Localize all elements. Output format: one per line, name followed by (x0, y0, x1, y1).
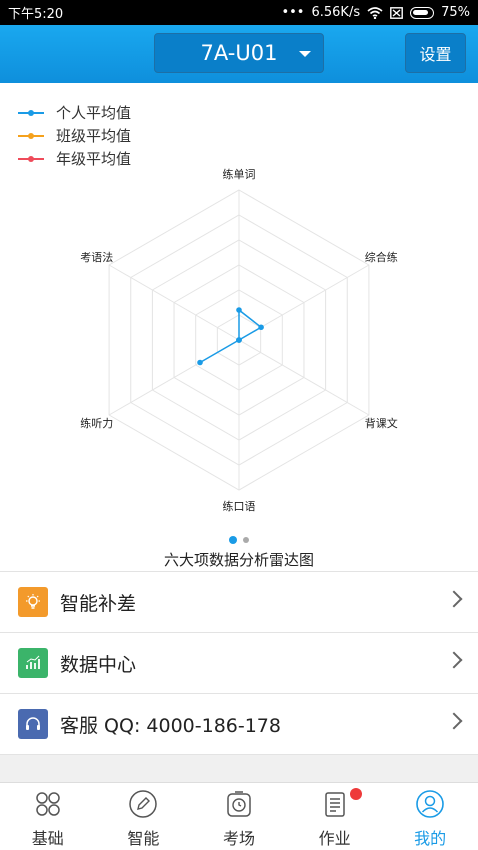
nav-item-mine[interactable]: 我的 (382, 783, 478, 850)
chart-title: 六大项数据分析雷达图 (163, 551, 314, 569)
pager-dot[interactable] (243, 537, 249, 543)
legend-swatch (18, 109, 44, 116)
status-bar: 下午5:20 ••• 6.56K/s 75% (0, 0, 478, 25)
app-header: 7A-U01 设置 (0, 25, 478, 83)
section-divider (0, 755, 478, 782)
bar-chart-icon (18, 648, 48, 678)
chart-pager (0, 536, 478, 544)
radar-axis-label: 背课文 (365, 416, 398, 430)
battery-percent: 75% (441, 5, 470, 20)
status-time: 下午5:20 (8, 7, 64, 22)
radar-axis-label: 练口语 (223, 499, 256, 513)
legend-swatch (18, 155, 44, 162)
radar-axis-label: 练听力 (80, 416, 113, 430)
chart-legend: 个人平均值 班级平均值 年级平均值 (18, 101, 131, 170)
sim-card-icon (390, 6, 403, 19)
legend-swatch (18, 132, 44, 139)
unit-selector-value: 7A-U01 (200, 41, 278, 65)
headset-icon (18, 709, 48, 739)
chevron-right-icon (445, 651, 463, 669)
network-speed: 6.56K/s (311, 5, 361, 20)
unit-selector[interactable]: 7A-U01 (154, 33, 324, 73)
clock-icon (224, 789, 254, 819)
settings-button[interactable]: 设置 (405, 33, 466, 73)
more-dots-icon: ••• (281, 5, 305, 20)
legend-item-personal: 个人平均值 (18, 101, 131, 124)
legend-item-class: 班级平均值 (18, 124, 131, 147)
menu-label: 智能补差 (60, 592, 137, 615)
chevron-right-icon (445, 590, 463, 608)
radar-axis-label: 综合练 (365, 250, 398, 264)
grid-icon (33, 789, 63, 819)
radar-point (197, 359, 203, 366)
nav-label: 我的 (414, 829, 447, 848)
bottom-nav: 基础 智能 考场 作业 我的 (0, 782, 478, 850)
nav-item-homework[interactable]: 作业 (287, 783, 383, 850)
nav-label: 智能 (127, 829, 160, 848)
lightbulb-icon (18, 587, 48, 617)
nav-label: 考场 (222, 829, 255, 848)
wifi-icon (367, 6, 383, 19)
pen-icon (128, 789, 158, 819)
legend-label: 个人平均值 (56, 104, 132, 122)
battery-icon (410, 6, 435, 19)
chevron-right-icon (445, 712, 463, 730)
document-icon (320, 789, 350, 819)
nav-label: 作业 (318, 829, 351, 848)
radar-series-line (199, 308, 263, 364)
legend-label: 班级平均值 (56, 127, 132, 145)
status-indicators: ••• 6.56K/s 75% (281, 5, 470, 20)
nav-label: 基础 (31, 829, 64, 848)
radar-axis-label: 练单词 (223, 167, 256, 181)
user-icon (415, 789, 445, 819)
notification-badge (349, 788, 362, 800)
radar-axis-label: 考语法 (80, 250, 113, 264)
nav-item-smart[interactable]: 智能 (96, 783, 192, 850)
radar-point (236, 307, 242, 313)
menu-label: 数据中心 (60, 653, 137, 676)
menu-item-customer-service[interactable]: 客服 QQ: 4000-186-178 (0, 694, 478, 755)
radar-chart: 练单词综合练背课文练口语 练听力 考语法 (80, 167, 398, 513)
nav-item-basics[interactable]: 基础 (0, 783, 96, 850)
menu-label: 客服 QQ: 4000-186-178 (60, 714, 281, 737)
radar-point (258, 324, 264, 331)
menu-item-smart-remedial[interactable]: 智能补差 (0, 572, 478, 633)
nav-item-exam[interactable]: 考场 (191, 783, 287, 850)
radar-point (236, 337, 242, 343)
pager-dot-active[interactable] (229, 536, 237, 544)
menu-list: 智能补差 数据中心 客服 QQ: 4000-186-178 (0, 571, 478, 755)
caret-down-icon (299, 51, 311, 57)
menu-item-data-center[interactable]: 数据中心 (0, 633, 478, 694)
